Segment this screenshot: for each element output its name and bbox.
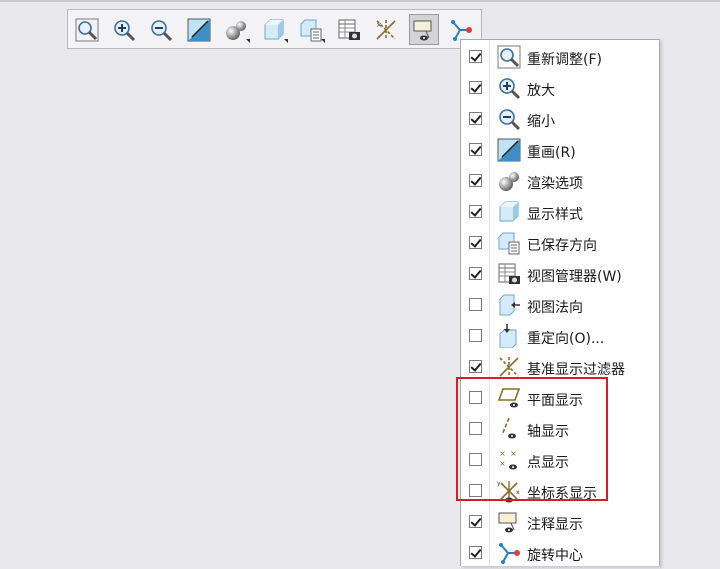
repaint-icon bbox=[497, 138, 521, 162]
menu-item-saved-orientations[interactable]: 已保存方向 bbox=[461, 228, 659, 259]
datum-filter-icon: × bbox=[376, 19, 396, 40]
menu-item-display-style[interactable]: 显示样式 bbox=[461, 197, 659, 228]
zoom-out-button[interactable] bbox=[146, 14, 176, 45]
menu-item-reorient[interactable]: 重定向(O)... bbox=[461, 321, 659, 352]
menu-item-label: 缩小 bbox=[527, 114, 555, 130]
menu-item-annotation-display[interactable]: 注释显示 bbox=[461, 507, 659, 538]
checkbox-view-manager[interactable] bbox=[469, 267, 482, 280]
saved-orientations-icon bbox=[498, 232, 520, 255]
spin-center-icon bbox=[499, 543, 520, 564]
view-manager-icon bbox=[498, 263, 520, 284]
saved-orientations-button[interactable] bbox=[296, 14, 326, 45]
render-options-icon bbox=[499, 172, 519, 191]
menu-item-label: 注释显示 bbox=[527, 517, 583, 533]
display-style-button[interactable] bbox=[259, 14, 289, 45]
reorient-icon bbox=[499, 324, 517, 348]
menu-item-repaint[interactable]: 重画(R) bbox=[461, 135, 659, 166]
menu-item-label: 放大 bbox=[527, 83, 555, 99]
view-manager-button[interactable] bbox=[334, 14, 364, 45]
menu-item-label: 重定向(O)... bbox=[527, 331, 605, 347]
highlight-box bbox=[456, 377, 608, 501]
checkbox-view-normal[interactable] bbox=[469, 298, 482, 311]
menu-item-view-normal[interactable]: 视图法向 bbox=[461, 290, 659, 321]
menu-item-spin-center[interactable]: 旋转中心 bbox=[461, 538, 659, 569]
render-options-button[interactable] bbox=[221, 14, 251, 45]
menu-item-label: 重画(R) bbox=[527, 145, 576, 161]
checkbox-annotation-display[interactable] bbox=[469, 515, 482, 528]
spin-center-icon bbox=[451, 19, 472, 41]
checkbox-saved-orientations[interactable] bbox=[469, 236, 482, 249]
refit-button[interactable] bbox=[72, 14, 102, 45]
repaint-button[interactable] bbox=[184, 14, 214, 45]
annotation-display-icon bbox=[498, 512, 517, 533]
checkbox-datum-filter[interactable] bbox=[469, 360, 482, 373]
menu-item-refit[interactable]: 重新调整(F) bbox=[461, 42, 659, 73]
checkbox-refit[interactable] bbox=[469, 50, 482, 63]
checkbox-spin-center[interactable] bbox=[469, 546, 482, 559]
zoom-in-icon bbox=[499, 78, 521, 100]
annotation-display-icon bbox=[413, 20, 432, 40]
checkbox-repaint[interactable] bbox=[469, 143, 482, 156]
menu-item-zoom-in[interactable]: 放大 bbox=[461, 73, 659, 104]
zoom-out-icon bbox=[499, 109, 521, 131]
window-top-border bbox=[0, 0, 720, 2]
menu-item-view-manager[interactable]: 视图管理器(W) bbox=[461, 259, 659, 290]
menu-item-label: 旋转中心 bbox=[527, 548, 583, 564]
svg-text:×: × bbox=[376, 21, 382, 29]
repaint-icon bbox=[187, 18, 211, 41]
checkbox-zoom-out[interactable] bbox=[469, 112, 482, 125]
menu-item-label: 视图管理器(W) bbox=[527, 269, 622, 285]
menu-item-render-options[interactable]: 渲染选项 bbox=[461, 166, 659, 197]
menu-item-label: 显示样式 bbox=[527, 207, 583, 223]
zoom-out-icon bbox=[151, 19, 173, 41]
zoom-in-icon bbox=[114, 19, 136, 41]
zoom-in-button[interactable] bbox=[109, 14, 139, 45]
view-manager-icon bbox=[338, 19, 360, 40]
checkbox-zoom-in[interactable] bbox=[469, 81, 482, 94]
refit-icon bbox=[75, 18, 99, 41]
annotation-display-button[interactable] bbox=[409, 14, 439, 45]
display-style-icon bbox=[499, 201, 519, 222]
menu-item-label: 视图法向 bbox=[527, 300, 583, 316]
saved-orientations-icon bbox=[300, 19, 322, 41]
datum-filter-button[interactable]: × bbox=[371, 14, 401, 45]
menu-item-label: 基准显示过滤器 bbox=[527, 362, 625, 378]
view-toolbar: × bbox=[67, 9, 482, 49]
menu-item-label: 已保存方向 bbox=[527, 238, 597, 254]
menu-item-label: 重新调整(F) bbox=[527, 52, 602, 68]
menu-item-label: 渲染选项 bbox=[527, 176, 583, 192]
checkbox-render-options[interactable] bbox=[469, 174, 482, 187]
datum-filter-icon bbox=[499, 357, 519, 377]
checkbox-reorient[interactable] bbox=[469, 329, 482, 342]
view-normal-icon bbox=[499, 294, 520, 316]
display-style-icon bbox=[264, 19, 284, 39]
render-options-icon bbox=[226, 20, 246, 40]
menu-item-zoom-out[interactable]: 缩小 bbox=[461, 104, 659, 135]
refit-icon bbox=[497, 45, 521, 69]
checkbox-display-style[interactable] bbox=[469, 205, 482, 218]
